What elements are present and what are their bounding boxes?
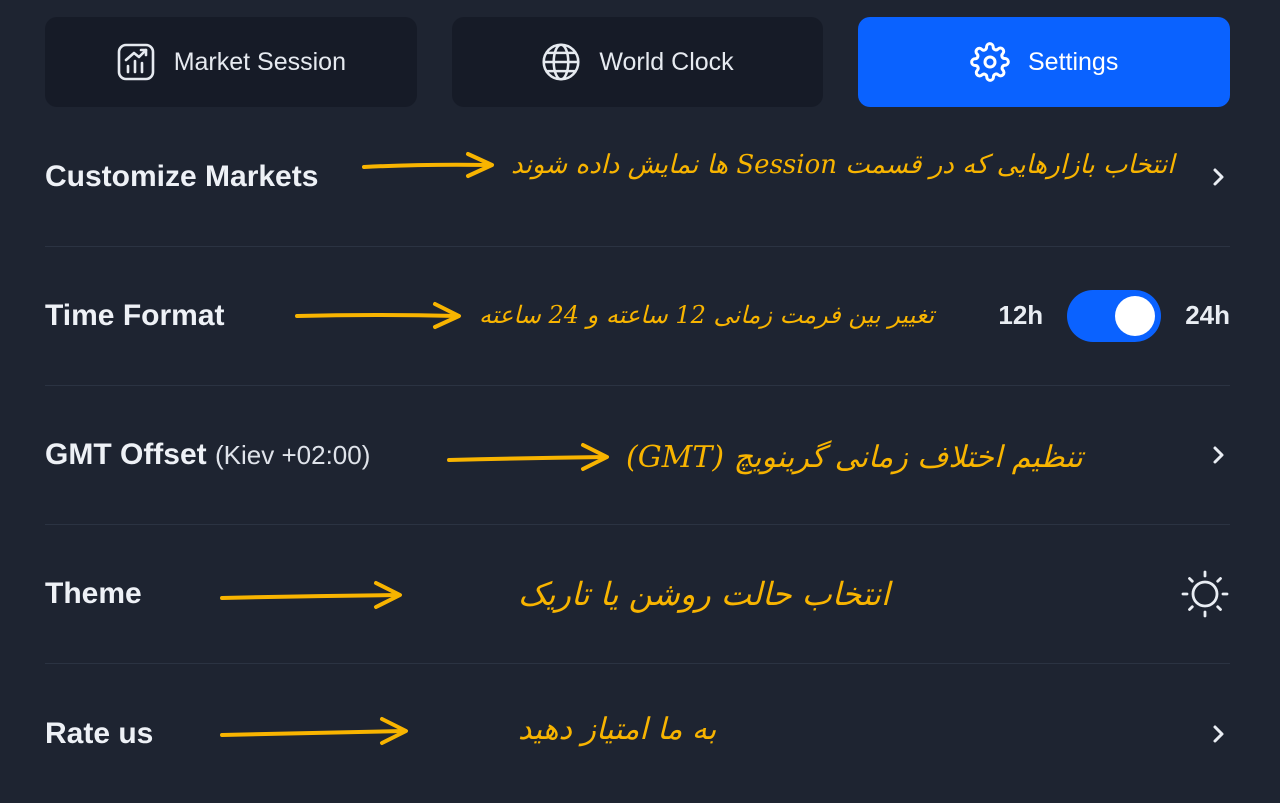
top-tabs: Market Session World Clock Settings [45, 17, 1231, 107]
chart-icon [116, 42, 156, 82]
rate-us-annotation-text: به ما امتیاز دهید [518, 712, 717, 747]
arrow-right-icon [295, 300, 465, 330]
gmt-offset-annotation-text: تنظیم اختلاف زمانی گرینویچ (GMT) [626, 440, 1083, 475]
tab-label: Market Session [173, 47, 346, 76]
customize-markets-annotation-text: انتخاب بازارهایی که در قسمت Session ها ن… [511, 150, 1175, 180]
option-24h-label: 24h [1185, 300, 1230, 330]
customize-markets-label: Customize Markets [45, 159, 319, 193]
sun-icon[interactable] [1180, 569, 1230, 619]
arrow-right-icon [220, 577, 405, 611]
globe-icon [541, 42, 581, 82]
tab-market-session[interactable]: Market Session [45, 17, 417, 107]
option-12h-label: 12h [998, 300, 1044, 330]
time-format-annotation-text: تغییر بین فرمت زمانی 12 ساعته و 24 ساعته [479, 301, 935, 329]
theme-annotation: انتخاب حالت روشن یا تاریک [220, 575, 890, 613]
toggle-knob [1115, 295, 1156, 336]
time-format-toggle[interactable] [1067, 289, 1162, 342]
chevron-right-icon [1213, 446, 1224, 463]
gmt-offset-label: GMT Offset (Kiev +02:00) [45, 438, 370, 472]
gear-icon [970, 42, 1010, 82]
chevron-right-icon [1213, 168, 1224, 185]
tab-settings[interactable]: Settings [858, 17, 1231, 107]
tab-world-clock[interactable]: World Clock [451, 17, 824, 107]
arrow-right-icon [447, 441, 612, 475]
rate-us-label: Rate us [45, 716, 154, 750]
time-format-label: Time Format [45, 298, 225, 332]
theme-label: Theme [45, 576, 142, 610]
gmt-offset-annotation: تنظیم اختلاف زمانی گرینویچ (GMT) [447, 440, 1083, 475]
arrow-right-icon [362, 150, 497, 180]
tab-label: Settings [1028, 47, 1119, 76]
time-format-toggle-group: 12h 24h [998, 289, 1230, 342]
customize-markets-annotation: انتخاب بازارهایی که در قسمت Session ها ن… [362, 150, 1174, 180]
chevron-right-icon [1213, 725, 1224, 742]
tab-label: World Clock [599, 47, 734, 76]
theme-annotation-text: انتخاب حالت روشن یا تاریک [518, 575, 890, 613]
rate-us-annotation: به ما امتیاز دهید [220, 712, 716, 747]
time-format-annotation: تغییر بین فرمت زمانی 12 ساعته و 24 ساعته [295, 300, 934, 330]
gmt-offset-title: GMT Offset [45, 437, 207, 471]
gmt-offset-value: (Kiev +02:00) [215, 439, 371, 470]
arrow-right-icon [220, 713, 410, 747]
